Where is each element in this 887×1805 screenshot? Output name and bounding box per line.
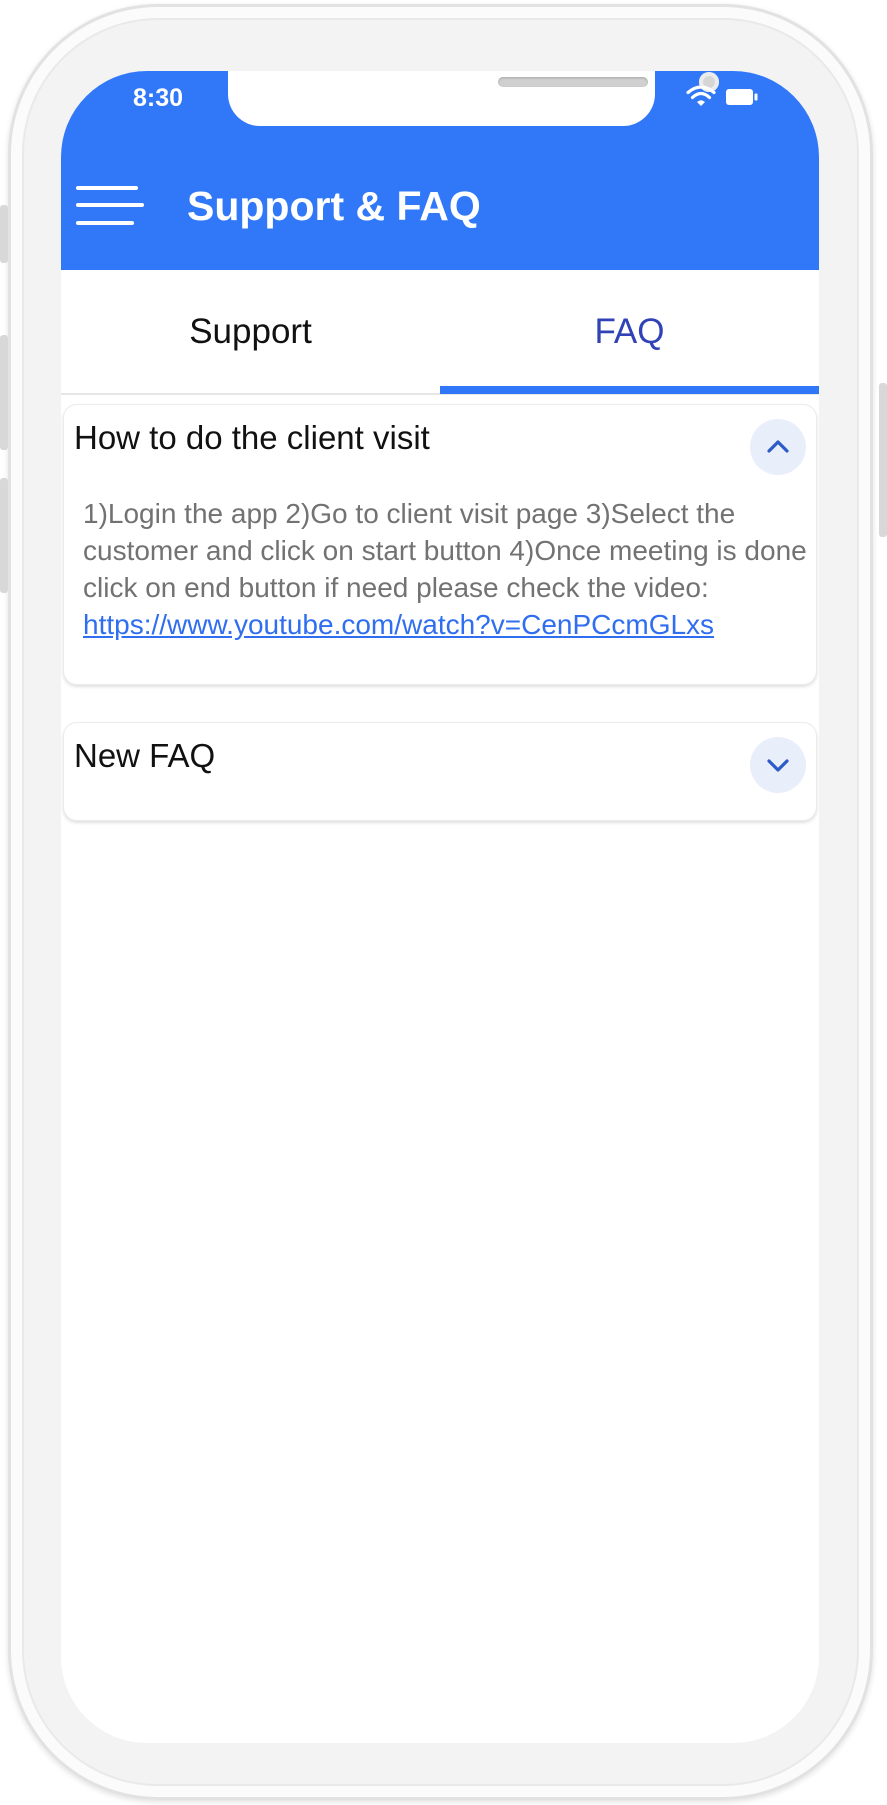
volume-up-button bbox=[0, 335, 8, 450]
wifi-icon bbox=[686, 85, 716, 106]
faq-item[interactable]: How to do the client visit 1)Login the a… bbox=[63, 404, 817, 685]
tab-faq[interactable]: FAQ bbox=[440, 270, 819, 393]
speaker-grille bbox=[498, 77, 648, 87]
battery-icon bbox=[726, 89, 758, 105]
faq-item[interactable]: New FAQ bbox=[63, 722, 817, 821]
hamburger-menu-icon[interactable] bbox=[76, 186, 146, 226]
faq-answer: 1)Login the app 2)Go to client visit pag… bbox=[83, 495, 813, 643]
faq-question: New FAQ bbox=[74, 737, 216, 774]
screen: 8:30 Support & FAQ Support FAQ How to do… bbox=[61, 71, 819, 1743]
faq-answer-link[interactable]: https://www.youtube.com/watch?v=CenPCcmG… bbox=[83, 609, 714, 640]
mute-switch bbox=[0, 205, 8, 263]
power-button bbox=[879, 383, 887, 537]
faq-answer-text: 1)Login the app 2)Go to client visit pag… bbox=[83, 498, 807, 603]
notch bbox=[228, 71, 719, 126]
active-tab-indicator bbox=[440, 386, 819, 394]
page-title: Support & FAQ bbox=[187, 183, 481, 229]
app-bar: 8:30 Support & FAQ bbox=[61, 71, 819, 270]
chevron-up-icon bbox=[767, 440, 789, 453]
volume-down-button bbox=[0, 478, 8, 593]
tab-support[interactable]: Support bbox=[61, 270, 440, 393]
status-time: 8:30 bbox=[133, 84, 184, 112]
tab-bar: Support FAQ bbox=[61, 270, 819, 395]
collapse-button[interactable] bbox=[750, 419, 806, 475]
faq-question: How to do the client visit bbox=[74, 419, 430, 456]
chevron-down-icon bbox=[767, 759, 789, 772]
expand-button[interactable] bbox=[750, 737, 806, 793]
status-icons bbox=[686, 85, 758, 109]
